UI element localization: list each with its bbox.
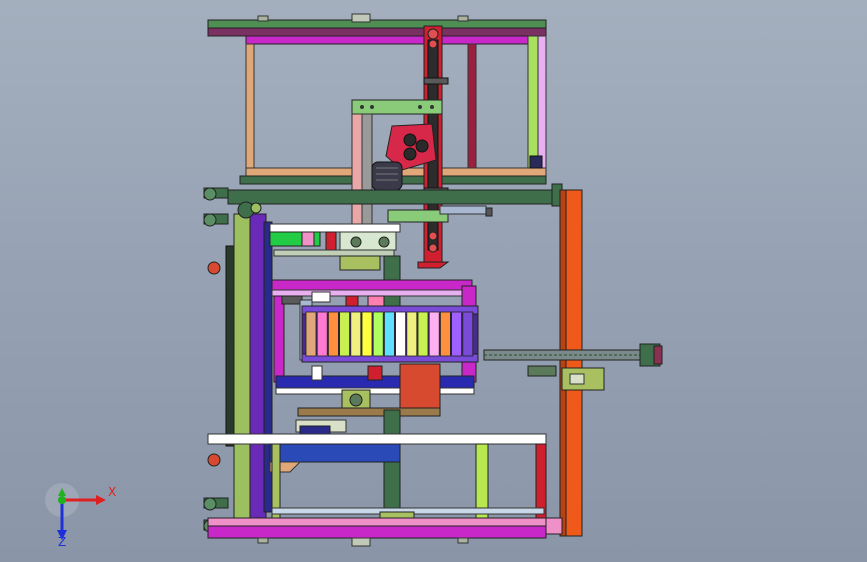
product-slat: [451, 311, 463, 357]
top-frame: [207, 13, 547, 185]
product-slat: [462, 311, 474, 357]
left-valves: [203, 187, 229, 533]
coordinate-triad-icon: X Z: [45, 483, 116, 548]
product-slat: [383, 311, 395, 357]
product-slat-stack: [301, 305, 479, 363]
product-slat: [316, 311, 328, 357]
x-axis-label: X: [108, 485, 116, 499]
z-axis-label: Z: [58, 535, 66, 548]
left-plate-stack: [225, 201, 273, 525]
product-slat: [417, 311, 429, 357]
product-slat: [395, 311, 407, 357]
cad-viewport[interactable]: X Z: [0, 0, 867, 562]
product-slat: [428, 311, 440, 357]
roller-icon: [350, 236, 362, 248]
product-slat: [372, 311, 384, 357]
motor-icon: [371, 161, 403, 191]
product-slat: [305, 311, 317, 357]
product-slat: [327, 311, 339, 357]
machine-assembly-model[interactable]: [0, 0, 867, 562]
product-slat: [406, 311, 418, 357]
y-axis-dot: [58, 496, 66, 504]
product-slat: [350, 311, 362, 357]
product-slat: [439, 311, 451, 357]
product-slat: [361, 311, 373, 357]
product-slat: [339, 311, 351, 357]
